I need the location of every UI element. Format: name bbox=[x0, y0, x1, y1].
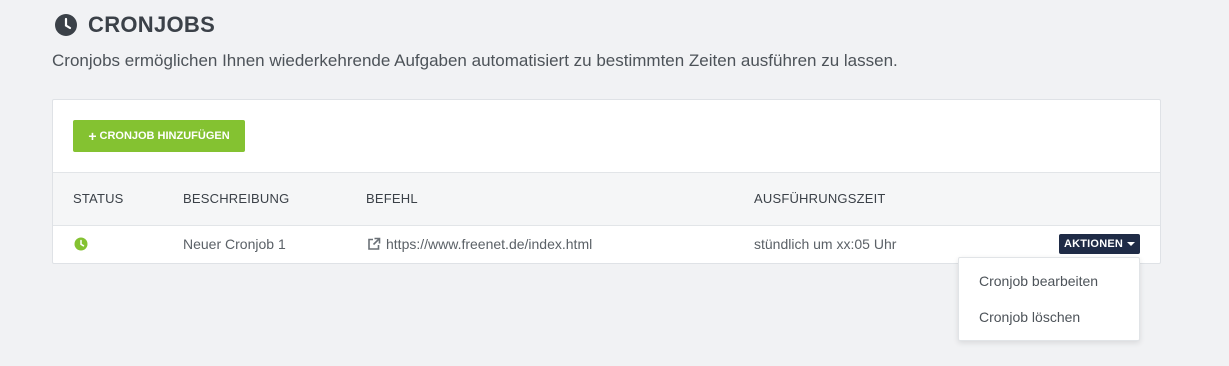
actions-label: AKTIONEN bbox=[1063, 238, 1124, 250]
column-header-description[interactable]: BESCHREIBUNG bbox=[183, 191, 289, 206]
page-title: CRONJOBS bbox=[88, 12, 216, 37]
external-link-icon bbox=[367, 237, 381, 251]
clock-icon bbox=[54, 13, 78, 37]
menu-item-edit-cronjob[interactable]: Cronjob bearbeiten bbox=[979, 273, 1098, 289]
title-row: CRONJOBS bbox=[54, 10, 215, 40]
actions-dropdown-menu: Cronjob bearbeiten Cronjob löschen bbox=[958, 257, 1140, 341]
page-header: CRONJOBS bbox=[54, 10, 215, 40]
column-header-execution-time[interactable]: AUSFÜHRUNGSZEIT bbox=[754, 191, 886, 206]
column-header-status[interactable]: STATUS bbox=[73, 191, 124, 206]
status-clock-icon bbox=[74, 237, 88, 251]
row-command[interactable]: https://www.freenet.de/index.html bbox=[367, 236, 592, 252]
cronjobs-panel: + CRONJOB HINZUFÜGEN STATUS BESCHREIBUNG… bbox=[52, 99, 1161, 264]
menu-item-delete-cronjob[interactable]: Cronjob löschen bbox=[979, 309, 1080, 325]
table-header: STATUS BESCHREIBUNG BEFEHL AUSFÜHRUNGSZE… bbox=[53, 172, 1160, 226]
row-command-url[interactable]: https://www.freenet.de/index.html bbox=[386, 236, 592, 252]
row-execution-time: stündlich um xx:05 Uhr bbox=[754, 236, 897, 252]
column-header-command[interactable]: BEFEHL bbox=[366, 191, 418, 206]
add-cronjob-label: CRONJOB HINZUFÜGEN bbox=[99, 130, 230, 142]
add-cronjob-button[interactable]: + CRONJOB HINZUFÜGEN bbox=[73, 120, 245, 152]
row-description: Neuer Cronjob 1 bbox=[183, 236, 286, 252]
caret-down-icon bbox=[1127, 242, 1136, 246]
plus-icon: + bbox=[88, 128, 97, 144]
page-subtitle: Cronjobs ermöglichen Ihnen wiederkehrend… bbox=[52, 51, 898, 70]
actions-dropdown-button[interactable]: AKTIONEN bbox=[1059, 234, 1140, 254]
